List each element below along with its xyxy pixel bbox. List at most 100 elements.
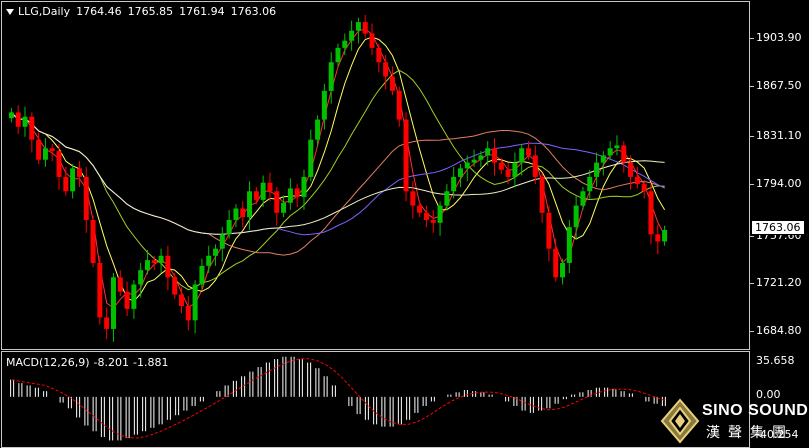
- candle: [281, 195, 287, 218]
- price-axis-label: 1794.00: [756, 177, 802, 190]
- candle: [369, 23, 375, 56]
- candle: [641, 179, 647, 199]
- candle: [410, 181, 416, 219]
- logo-brand-text: SINO SOUND: [702, 402, 809, 419]
- candle: [362, 14, 368, 38]
- price-axis-label: 1867.50: [756, 79, 802, 92]
- candle: [349, 20, 355, 51]
- candle: [621, 141, 627, 173]
- candle: [512, 152, 518, 187]
- price-tick: [750, 236, 754, 237]
- candle: [539, 172, 545, 223]
- candle: [560, 258, 566, 285]
- candle: [355, 17, 361, 44]
- candle: [22, 106, 28, 137]
- symbol-label: LLG,Daily: [18, 5, 71, 18]
- ma-green-line: [11, 69, 665, 291]
- candle: [110, 273, 116, 342]
- high-value: 1765.85: [127, 5, 174, 18]
- candle: [253, 186, 259, 205]
- candle: [417, 201, 423, 218]
- candle: [8, 108, 14, 123]
- candle: [342, 33, 348, 56]
- candle: [70, 164, 76, 199]
- candle: [117, 270, 123, 296]
- candle: [457, 164, 463, 187]
- price-tick: [750, 86, 754, 87]
- candle: [15, 105, 21, 134]
- candle: [63, 166, 69, 196]
- price-tick: [750, 283, 754, 284]
- candle: [287, 178, 293, 210]
- candle: [444, 184, 450, 210]
- price-axis[interactable]: 1903.90 1867.50 1831.10 1794.00 1757.60 …: [750, 1, 809, 350]
- logo-brand-cn-text: 漢聲集團: [706, 425, 794, 441]
- candle: [376, 43, 382, 73]
- price-tick: [750, 38, 754, 39]
- candle: [206, 245, 212, 274]
- chart-menu-triangle-icon[interactable]: [6, 9, 14, 15]
- candle: [29, 112, 35, 153]
- candle: [662, 225, 668, 246]
- price-tick: [750, 331, 754, 332]
- chart-terminal: LLG,Daily 1764.46 1765.85 1761.94 1763.06 MA…: [0, 0, 809, 448]
- candle: [76, 161, 82, 187]
- price-axis-label: 1903.90: [756, 31, 802, 44]
- ma-white-line: [11, 112, 665, 235]
- candle: [451, 166, 457, 199]
- current-price-marker: 1763.06: [751, 220, 805, 235]
- ma-fast-line: [11, 28, 666, 309]
- diamond-logo-icon: [660, 398, 700, 444]
- candle: [199, 258, 205, 289]
- candle: [566, 219, 572, 274]
- candle: [308, 129, 314, 182]
- price-axis-label: 1831.10: [756, 129, 802, 142]
- ma-yellow-line: [11, 36, 666, 303]
- candle: [294, 184, 300, 208]
- candle: [607, 141, 613, 160]
- candle: [36, 132, 42, 165]
- candle: [42, 138, 48, 167]
- price-chart-panel[interactable]: [1, 1, 750, 350]
- candle: [587, 169, 593, 199]
- candle: [628, 155, 634, 190]
- ma-purple-line: [11, 112, 665, 236]
- price-tick: [750, 136, 754, 137]
- candle: [124, 281, 130, 317]
- candle: [240, 201, 246, 228]
- macd-axis-label: 35.658: [756, 354, 795, 367]
- candle: [403, 112, 409, 202]
- open-value: 1764.46: [76, 5, 122, 18]
- ma-orange-line: [11, 112, 665, 256]
- candle: [553, 238, 559, 282]
- candle: [491, 138, 497, 176]
- sino-sound-logo: SINO SOUND 漢聲集團: [660, 398, 809, 448]
- macd-main-value: -8.201: [93, 356, 130, 369]
- candle: [437, 201, 443, 236]
- candle: [396, 86, 402, 127]
- candle: [648, 184, 654, 245]
- candle: [138, 262, 144, 298]
- candle: [56, 143, 62, 190]
- candle: [546, 205, 552, 262]
- candle: [274, 186, 280, 226]
- candle: [580, 186, 586, 210]
- candle: [267, 172, 273, 202]
- candle: [90, 215, 96, 268]
- candle: [532, 145, 538, 185]
- candle: [104, 307, 110, 339]
- candle: [655, 224, 661, 255]
- candle: [219, 227, 225, 262]
- price-axis-label: 1721.20: [756, 276, 802, 289]
- candle: [423, 205, 429, 228]
- low-value: 1761.94: [179, 5, 225, 18]
- candle: [151, 255, 157, 271]
- macd-header: MACD(12,26,9) -8.201 -1.881: [6, 356, 168, 369]
- candle: [505, 162, 511, 185]
- price-axis-label: 1684.80: [756, 324, 802, 337]
- macd-signal-value: -1.881: [133, 356, 169, 369]
- candle: [430, 209, 436, 233]
- close-value: 1763.06: [230, 5, 277, 18]
- candle: [179, 287, 185, 314]
- candle: [614, 135, 620, 156]
